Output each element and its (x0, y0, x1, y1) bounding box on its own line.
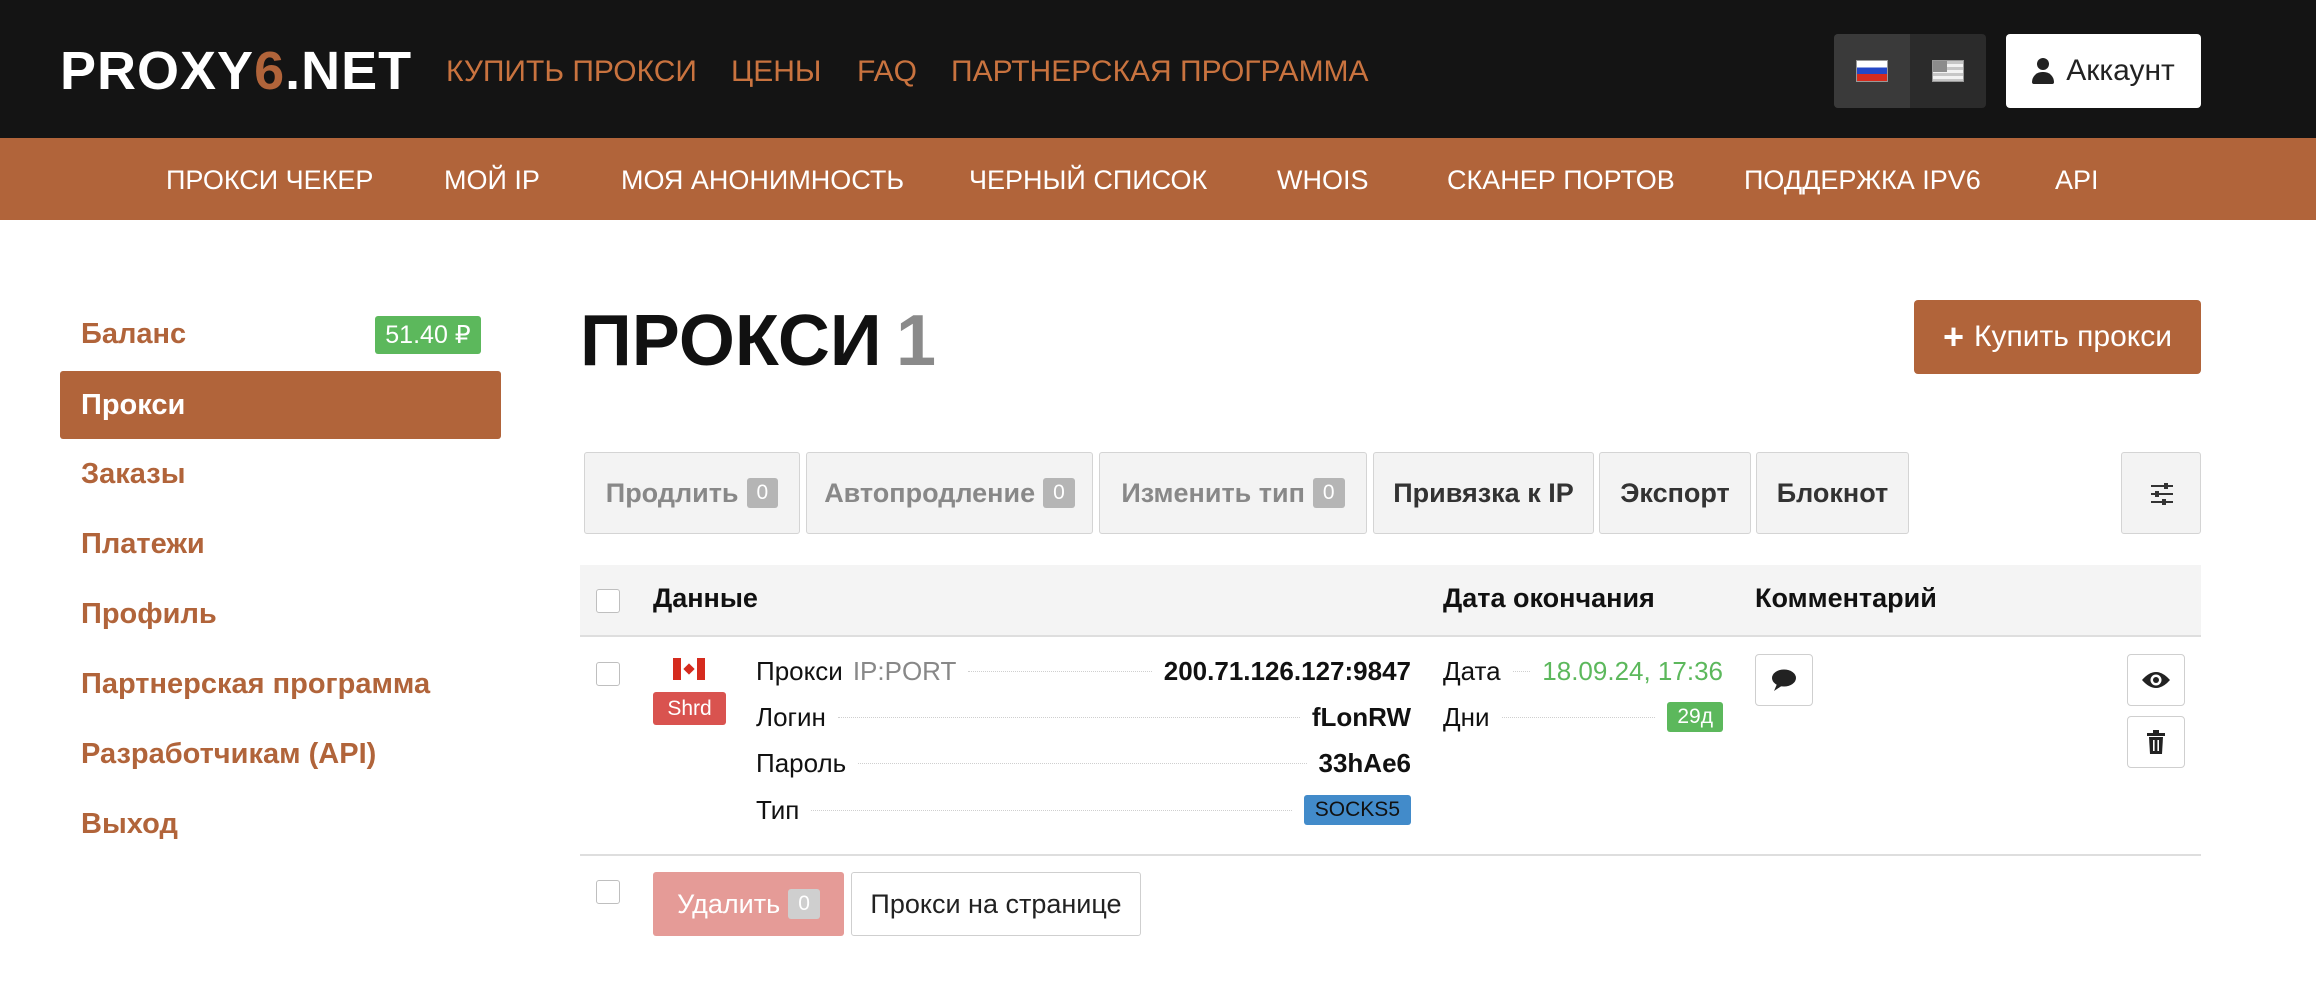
sidebar-item-label: Профиль (81, 597, 217, 630)
sidebar-item-label: Платежи (81, 527, 205, 560)
proxy-value[interactable]: 200.71.126.127:9847 (1164, 656, 1411, 687)
export-button[interactable]: Экспорт (1599, 452, 1751, 534)
proxy-format-toggle[interactable]: IP:PORT (853, 656, 957, 687)
autorenew-button[interactable]: Автопродление 0 (806, 452, 1093, 534)
delete-row-button[interactable] (2127, 716, 2185, 768)
tool-api[interactable]: API (2055, 165, 2099, 196)
extend-count-badge: 0 (746, 478, 779, 508)
change-type-button[interactable]: Изменить тип 0 (1099, 452, 1367, 534)
sidebar-item-label: Баланс (81, 317, 187, 350)
plus-icon: + (1942, 316, 1964, 357)
type-label: Тип (756, 794, 800, 825)
comment-button[interactable] (1755, 654, 1813, 706)
sidebar-item-label: Выход (81, 807, 178, 840)
autorenew-count-badge: 0 (1043, 478, 1075, 508)
date-field: Дата 18.09.24, 17:36 (1443, 653, 1723, 689)
date-label: Дата (1443, 655, 1501, 686)
proxy-field: Прокси IP:PORT 200.71.126.127:9847 (756, 653, 1411, 689)
column-data: Данные (653, 583, 758, 613)
column-end-date: Дата окончания (1443, 583, 1655, 613)
sidebar-item-orders[interactable]: Заказы (60, 440, 501, 508)
sidebar-item-payments[interactable]: Платежи (60, 510, 501, 578)
delete-label: Удалить (677, 888, 781, 919)
change-type-label: Изменить тип (1121, 477, 1305, 508)
language-switcher (1834, 34, 1986, 108)
tool-whois[interactable]: WHOIS (1277, 165, 1369, 196)
lang-en-button[interactable] (1910, 34, 1986, 108)
extend-button[interactable]: Продлить 0 (584, 452, 800, 534)
buy-proxy-button[interactable]: + Купить прокси (1914, 300, 2201, 374)
row-divider (580, 854, 2201, 856)
lang-ru-button[interactable] (1834, 34, 1910, 108)
password-label: Пароль (756, 747, 847, 778)
proxy-label: Прокси (756, 655, 843, 686)
days-label: Дни (1443, 701, 1490, 732)
sidebar-item-profile[interactable]: Профиль (60, 580, 501, 648)
user-icon (2032, 58, 2055, 84)
notepad-button[interactable]: Блокнот (1756, 452, 1909, 534)
site-logo[interactable]: PROXY6.NET (60, 40, 412, 102)
tool-my-ip[interactable]: МОЙ IP (444, 165, 540, 196)
tool-my-anonymity[interactable]: МОЯ АНОНИМНОСТЬ (621, 165, 904, 196)
login-field: Логин fLonRW (756, 699, 1411, 735)
tool-proxy-checker[interactable]: ПРОКСИ ЧЕКЕР (166, 165, 373, 196)
eye-icon (2142, 672, 2170, 688)
footer-select-all-checkbox[interactable] (596, 880, 620, 904)
password-value[interactable]: 33hAe6 (1319, 748, 1412, 779)
sliders-icon (2151, 483, 2173, 505)
sidebar-item-label: Разработчикам (API) (81, 737, 377, 770)
password-field: Пароль 33hAe6 (756, 745, 1411, 781)
shared-badge: Shrd (653, 692, 726, 725)
days-field: Дни 29д (1443, 699, 1723, 735)
column-comment: Комментарий (1755, 583, 1937, 613)
nav-prices[interactable]: ЦЕНЫ (731, 55, 821, 89)
page-title: ПРОКСИ (580, 301, 882, 381)
flag-ru-icon (1856, 60, 1888, 82)
tool-blacklist[interactable]: ЧЕРНЫЙ СПИСОК (969, 165, 1207, 196)
sidebar-item-api[interactable]: Разработчикам (API) (60, 720, 501, 788)
login-label: Логин (756, 701, 826, 732)
account-label: Аккаунт (2066, 54, 2175, 87)
login-value[interactable]: fLonRW (1312, 702, 1411, 733)
sidebar-item-partner[interactable]: Партнерская программа (60, 650, 501, 718)
sidebar-item-proxies[interactable]: Прокси (60, 371, 501, 439)
sidebar-item-logout[interactable]: Выход (60, 790, 501, 858)
nav-faq[interactable]: FAQ (857, 55, 917, 89)
buy-proxy-label: Купить прокси (1974, 320, 2173, 353)
sidebar-item-label: Партнерская программа (81, 667, 431, 700)
autorenew-label: Автопродление (824, 477, 1036, 508)
nav-buy-proxy[interactable]: КУПИТЬ ПРОКСИ (446, 55, 697, 89)
select-all-checkbox[interactable] (596, 589, 620, 613)
row-checkbox[interactable] (596, 662, 620, 686)
end-date-value: 18.09.24, 17:36 (1542, 655, 1723, 686)
delete-selected-button[interactable]: Удалить 0 (653, 872, 844, 936)
sidebar-item-label: Прокси (81, 388, 186, 421)
table-header (580, 565, 2201, 637)
bind-ip-button[interactable]: Привязка к IP (1373, 452, 1594, 534)
nav-partner-program[interactable]: ПАРТНЕРСКАЯ ПРОГРАММА (951, 55, 1369, 89)
days-left-badge: 29д (1667, 702, 1723, 732)
sidebar-item-label: Заказы (81, 457, 186, 490)
balance-badge: 51.40 ₽ (375, 316, 481, 354)
flag-us-icon (1932, 60, 1964, 82)
tool-port-scanner[interactable]: СКАНЕР ПОРТОВ (1447, 165, 1675, 196)
trash-icon (2147, 730, 2165, 754)
proxies-per-page-button[interactable]: Прокси на странице (851, 872, 1141, 936)
extend-label: Продлить (605, 477, 739, 508)
type-field: Тип SOCKS5 (756, 792, 1411, 828)
tool-ipv6-support[interactable]: ПОДДЕРЖКА IPV6 (1744, 165, 1981, 196)
delete-count-badge: 0 (788, 889, 820, 919)
change-type-count-badge: 0 (1312, 478, 1345, 508)
account-button[interactable]: Аккаунт (2006, 34, 2201, 108)
view-button[interactable] (2127, 654, 2185, 706)
flag-ca-icon (673, 658, 705, 680)
comment-icon (1772, 669, 1796, 691)
socks5-badge: SOCKS5 (1303, 795, 1411, 825)
proxy-count: 1 (896, 301, 937, 381)
table-settings-button[interactable] (2121, 452, 2201, 534)
